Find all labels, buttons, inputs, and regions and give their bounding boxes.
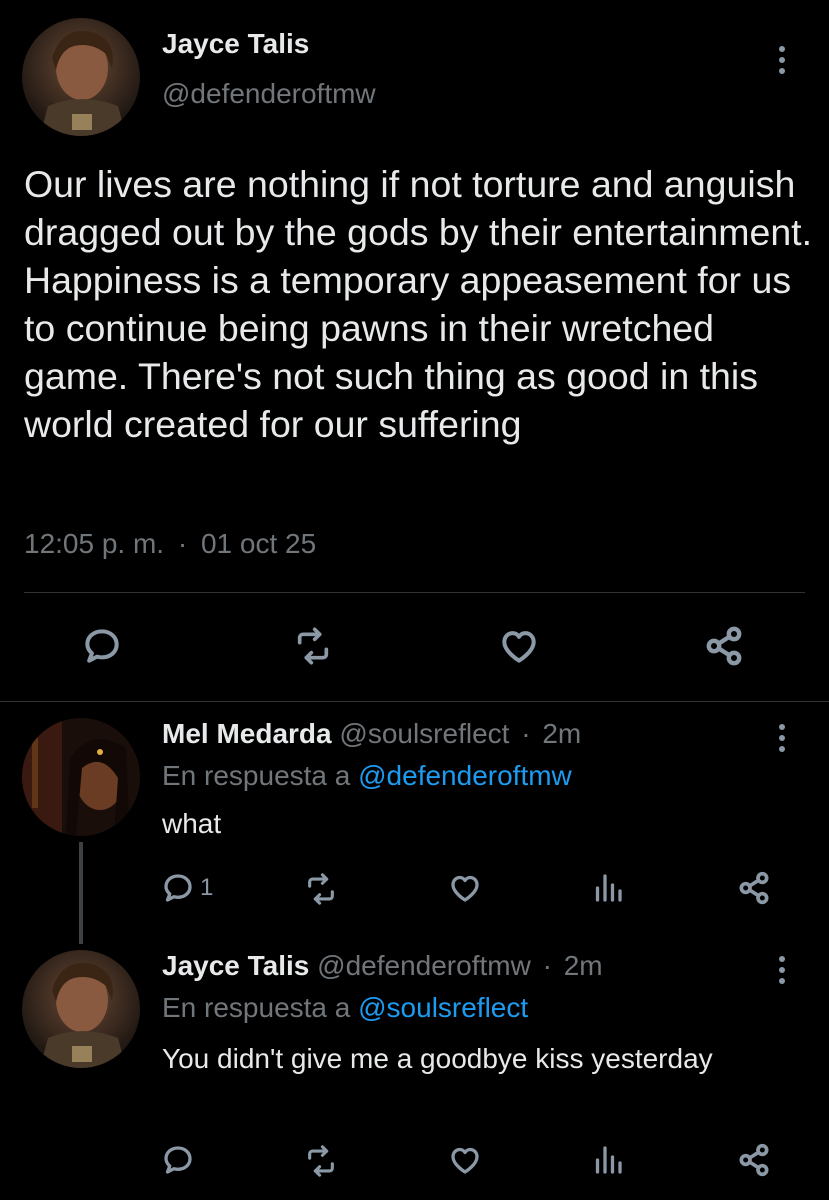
like-icon	[451, 1147, 479, 1174]
reply-text: You didn't give me a goodbye kiss yester…	[162, 1043, 713, 1074]
reply-count: 1	[200, 874, 214, 901]
reply-header: Jayce Talis @defenderoftmw · 2m	[162, 950, 603, 982]
author-handle[interactable]: @defenderoftmw	[317, 950, 531, 981]
analytics-icon	[595, 874, 622, 902]
like-button[interactable]	[446, 1142, 484, 1178]
mention-link[interactable]: @defenderoftmw	[358, 760, 572, 791]
retweet-button[interactable]	[302, 872, 340, 906]
reply-icon	[85, 629, 119, 663]
reply-age: 2m	[563, 950, 603, 981]
reply-button[interactable]	[80, 624, 124, 668]
more-icon[interactable]	[762, 716, 802, 760]
author-name[interactable]: Jayce Talis	[162, 28, 309, 60]
share-button[interactable]	[700, 622, 748, 670]
avatar[interactable]	[22, 718, 140, 836]
reply-context: En respuesta a @defenderoftmw	[162, 760, 572, 792]
avatar[interactable]	[22, 950, 140, 1068]
author-handle[interactable]: @soulsreflect	[339, 718, 509, 749]
share-icon	[706, 626, 742, 666]
divider	[0, 701, 829, 702]
like-icon	[502, 631, 536, 663]
separator: ·	[521, 718, 531, 749]
reply-header: Mel Medarda @soulsreflect · 2m	[162, 718, 581, 750]
retweet-button[interactable]	[302, 1144, 340, 1178]
like-button[interactable]	[496, 624, 542, 668]
retweet-button[interactable]	[290, 626, 336, 666]
more-icon[interactable]	[762, 948, 802, 992]
retweet-icon	[308, 873, 334, 905]
author-name[interactable]: Mel Medarda	[162, 718, 332, 749]
author-handle[interactable]: @defenderoftmw	[162, 78, 376, 110]
analytics-icon	[595, 1146, 622, 1174]
reply-button[interactable]	[160, 1142, 196, 1178]
reply-icon	[164, 874, 192, 902]
avatar[interactable]	[22, 18, 140, 136]
author-name[interactable]: Jayce Talis	[162, 950, 309, 981]
share-icon	[739, 871, 769, 905]
tweet-timestamp: 12:05 p. m. · 01 oct 25	[24, 528, 316, 560]
reply-icon	[164, 1146, 192, 1174]
analytics-button[interactable]	[590, 1142, 626, 1178]
like-button[interactable]	[446, 870, 484, 906]
more-icon[interactable]	[762, 38, 802, 82]
retweet-icon	[308, 1145, 334, 1177]
share-icon	[739, 1143, 769, 1177]
share-button[interactable]	[734, 868, 774, 908]
separator: ·	[177, 528, 188, 559]
reply-button[interactable]: 1	[160, 870, 213, 906]
reply-age: 2m	[542, 718, 582, 749]
share-button[interactable]	[734, 1140, 774, 1180]
divider	[24, 592, 805, 593]
retweet-icon	[297, 627, 329, 665]
mention-link[interactable]: @soulsreflect	[358, 992, 528, 1023]
reply-context: En respuesta a @soulsreflect	[162, 992, 528, 1024]
thread-line	[79, 842, 83, 944]
tweet-text: Our lives are nothing if not torture and…	[24, 163, 813, 445]
reply-prefix: En respuesta a	[162, 992, 351, 1023]
separator: ·	[542, 950, 552, 981]
analytics-button[interactable]	[590, 870, 626, 906]
tweet-date: 01 oct 25	[200, 528, 317, 559]
reply-prefix: En respuesta a	[162, 760, 351, 791]
like-icon	[451, 875, 479, 902]
tweet-time: 12:05 p. m.	[24, 528, 165, 559]
reply-text: what	[162, 808, 222, 839]
